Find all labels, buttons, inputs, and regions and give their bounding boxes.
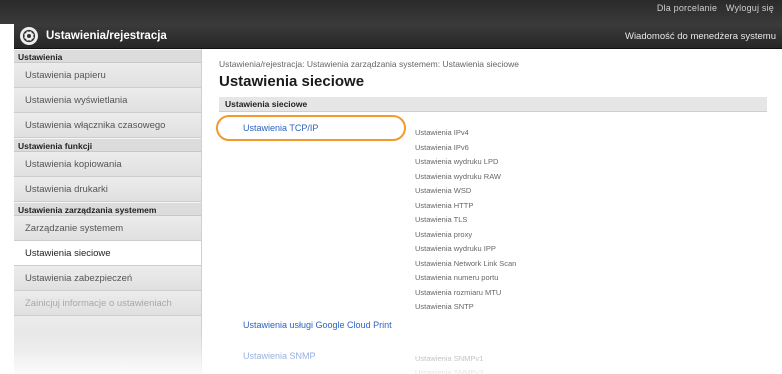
snmp-subitems-list: Ustawienia SNMPv1 Ustawienia SNMPv3 xyxy=(415,352,483,374)
snmp-settings-link[interactable]: Ustawienia SNMP xyxy=(243,351,316,361)
admin-message-link[interactable]: Wiadomość do menedżera systemu xyxy=(625,31,776,42)
logout-link[interactable]: Wyloguj się xyxy=(726,3,774,13)
sidebar-group-functions: Ustawienia funkcji xyxy=(14,138,201,152)
list-item: Ustawienia numeru portu xyxy=(415,273,499,282)
list-item: Ustawienia IPv4 xyxy=(415,128,469,137)
sidebar-item-copy[interactable]: Ustawienia kopiowania xyxy=(14,152,201,177)
list-item: Ustawienia HTTP xyxy=(415,200,474,210)
tcpip-settings-link[interactable]: Ustawienia TCP/IP xyxy=(243,123,318,133)
sidebar-item-display[interactable]: Ustawienia wyświetlania xyxy=(14,88,201,113)
list-item: Ustawienia wydruku IPP xyxy=(415,244,496,253)
list-item: Ustawienia SNMPv1 xyxy=(415,354,484,363)
sidebar-item-system-management[interactable]: Zarządzanie systemem xyxy=(14,216,201,241)
sidebar: Ustawienia Ustawienia papieru Ustawienia… xyxy=(14,49,202,374)
top-strip: Dla porcelanie Wyloguj się xyxy=(0,0,782,24)
section-header: Ustawienia sieciowe xyxy=(219,97,767,112)
list-item: Ustawienia wydruku LPD xyxy=(415,157,499,166)
list-item: Ustawienia Network Link Scan xyxy=(415,258,517,268)
breadcrumb: Ustawienia/rejestracja: Ustawienia zarzą… xyxy=(219,59,519,69)
list-item: Ustawienia SNTP xyxy=(415,302,474,311)
list-item: Ustawienia wydruku RAW xyxy=(415,171,501,181)
sidebar-item-timer[interactable]: Ustawienia włącznika czasowego xyxy=(14,113,201,138)
tcpip-subitems-list: Ustawienia IPv4 Ustawienia IPv6 Ustawien… xyxy=(415,126,516,315)
list-item: Ustawienia rozmiaru MTU xyxy=(415,287,502,297)
sidebar-item-initialize[interactable]: Zainicjuj informacje o ustawieniach xyxy=(14,291,201,316)
sidebar-filler xyxy=(14,316,201,356)
list-item: Ustawienia proxy xyxy=(415,229,473,239)
header-bar: Ustawienia/rejestracja Wiadomość do mene… xyxy=(14,24,782,49)
sidebar-group-system: Ustawienia zarządzania systemem xyxy=(14,202,201,216)
sidebar-item-security[interactable]: Ustawienia zabezpieczeń xyxy=(14,266,201,291)
list-item: Ustawienia IPv6 xyxy=(415,142,469,152)
sidebar-group-settings: Ustawienia xyxy=(14,49,201,63)
user-links: Dla porcelanie Wyloguj się xyxy=(651,3,774,13)
settings-logo-icon xyxy=(20,27,38,45)
sidebar-item-printer[interactable]: Ustawienia drukarki xyxy=(14,177,201,202)
main-content: Ustawienia/rejestracja: Ustawienia zarzą… xyxy=(202,49,782,374)
sidebar-item-network[interactable]: Ustawienia sieciowe xyxy=(14,241,201,266)
list-item: Ustawienia SNMPv3 xyxy=(415,368,484,374)
app-title: Ustawienia/rejestracja xyxy=(46,30,167,42)
page-title: Ustawienia sieciowe xyxy=(219,73,365,90)
user-link-0[interactable]: Dla porcelanie xyxy=(657,3,717,13)
list-item: Ustawienia TLS xyxy=(415,215,468,224)
list-item: Ustawienia WSD xyxy=(415,186,472,195)
sidebar-item-paper[interactable]: Ustawienia papieru xyxy=(14,63,201,88)
google-cloud-print-link[interactable]: Ustawienia usługi Google Cloud Print xyxy=(243,319,403,332)
